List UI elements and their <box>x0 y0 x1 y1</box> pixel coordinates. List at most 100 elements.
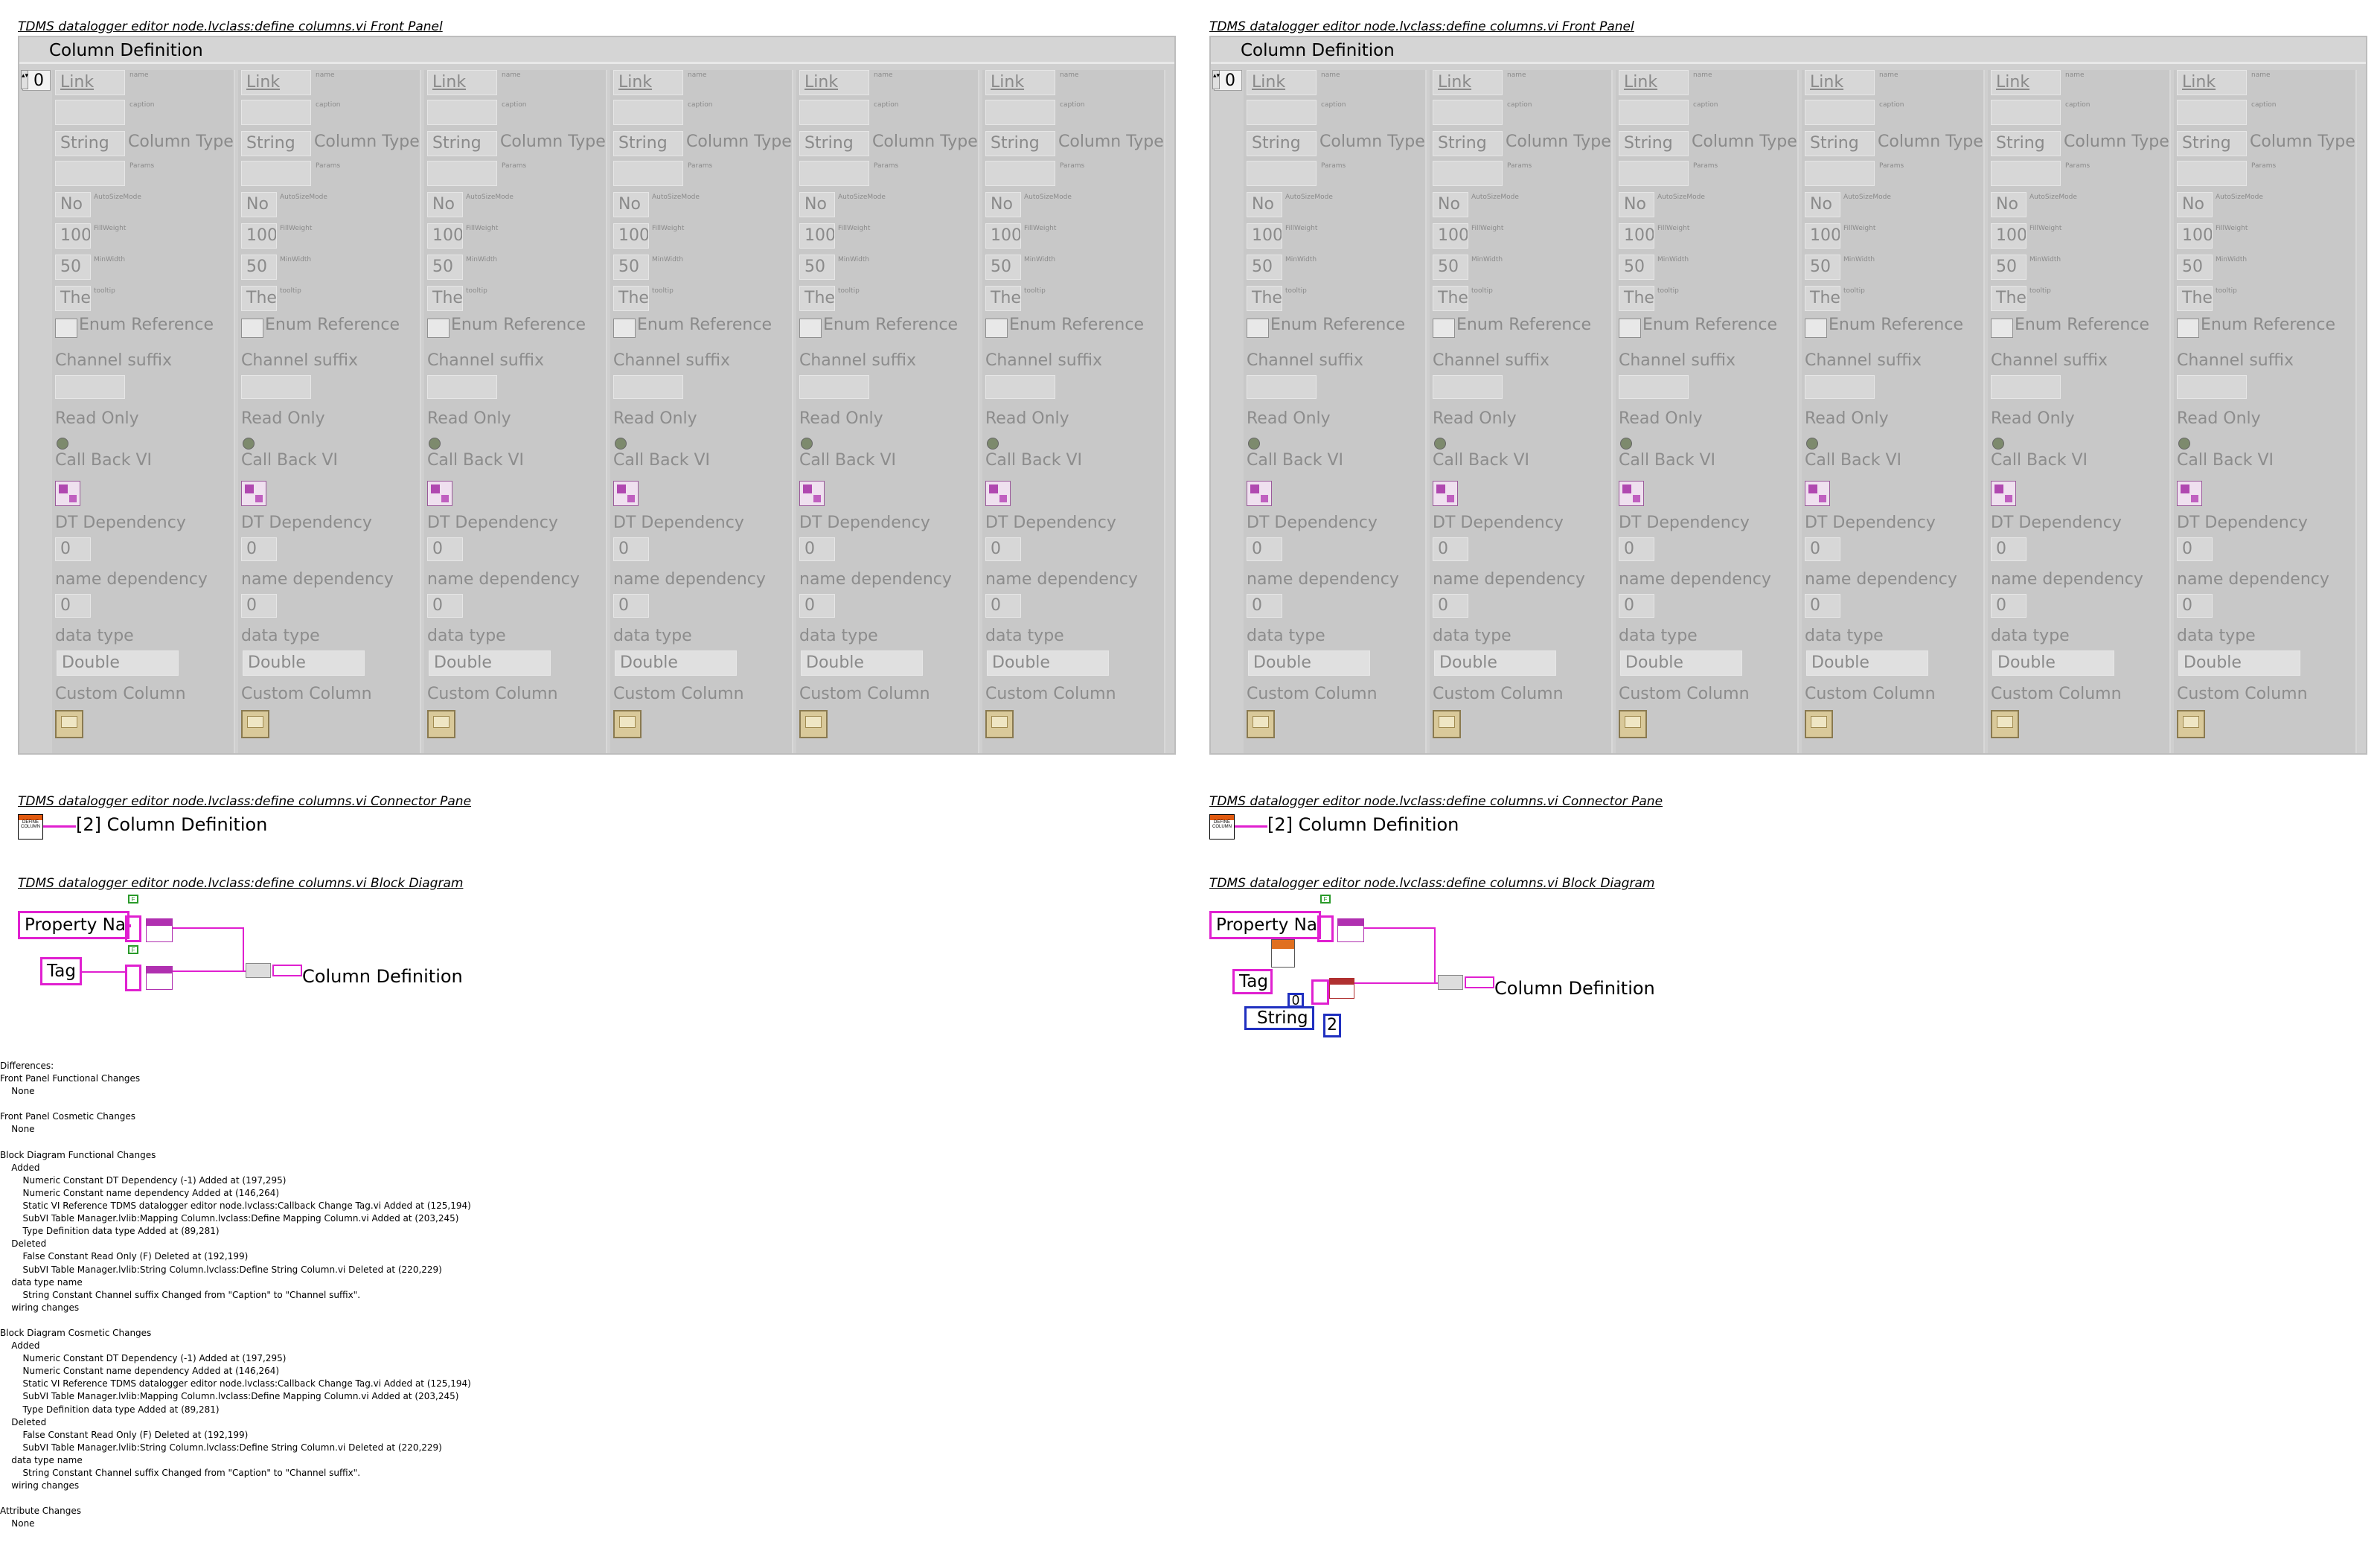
custom-column-icon[interactable] <box>1805 710 1833 738</box>
enum-reference-icon[interactable] <box>613 319 636 338</box>
dt-dependency-field[interactable]: 0 <box>1619 537 1654 561</box>
dt-dependency-field[interactable]: 0 <box>2177 537 2213 561</box>
autosize-field[interactable]: No <box>1247 192 1282 217</box>
name-dependency-field[interactable]: 0 <box>241 594 277 618</box>
data-type-ring[interactable]: Double <box>243 650 365 676</box>
name-field[interactable]: Link <box>1247 70 1317 95</box>
params-field[interactable] <box>2177 161 2247 186</box>
enum-reference-icon[interactable] <box>241 319 263 338</box>
channel-suffix-field[interactable] <box>799 375 869 399</box>
call-back-vi-icon[interactable] <box>427 481 452 506</box>
enum-reference-icon[interactable] <box>427 319 450 338</box>
build-array-node[interactable] <box>1438 975 1463 990</box>
call-back-vi-icon[interactable] <box>1805 481 1830 506</box>
data-type-ring[interactable]: Double <box>1806 650 1928 676</box>
data-type-ring[interactable]: Double <box>1620 650 1742 676</box>
custom-column-icon[interactable] <box>1619 710 1647 738</box>
dt-dependency-field[interactable]: 0 <box>985 537 1021 561</box>
define-mapping-column-subvi[interactable] <box>1329 978 1354 999</box>
minwidth-field[interactable]: 50 <box>1247 255 1282 280</box>
column-type-field[interactable]: String <box>1619 131 1689 156</box>
name-dependency-field[interactable]: 0 <box>55 594 91 618</box>
fillweight-field[interactable]: 100 <box>427 223 463 249</box>
tooltip-field[interactable]: The <box>1619 286 1654 311</box>
name-dependency-field[interactable]: 0 <box>1619 594 1654 618</box>
tooltip-field[interactable]: The <box>1805 286 1840 311</box>
tooltip-field[interactable]: The <box>1991 286 2026 311</box>
params-field[interactable] <box>55 161 125 186</box>
custom-column-icon[interactable] <box>799 710 828 738</box>
name-field[interactable]: Link <box>613 70 683 95</box>
tooltip-field[interactable]: The <box>613 286 649 311</box>
autosize-field[interactable]: No <box>1433 192 1468 217</box>
fillweight-field[interactable]: 100 <box>2177 223 2213 249</box>
custom-column-icon[interactable] <box>427 710 455 738</box>
dt-dependency-field[interactable]: 0 <box>55 537 91 561</box>
bundle-node[interactable] <box>125 965 141 991</box>
channel-suffix-field[interactable] <box>55 375 125 399</box>
enum-reference-icon[interactable] <box>1991 319 2013 338</box>
fillweight-field[interactable]: 100 <box>1991 223 2026 249</box>
dt-dependency-field[interactable]: 0 <box>1433 537 1468 561</box>
enum-reference-icon[interactable] <box>1619 319 1641 338</box>
read-only-led[interactable] <box>57 438 68 450</box>
params-field[interactable] <box>427 161 497 186</box>
fillweight-field[interactable]: 100 <box>1619 223 1654 249</box>
minwidth-field[interactable]: 50 <box>1619 255 1654 280</box>
false-constant[interactable]: F <box>128 895 138 904</box>
read-only-led[interactable] <box>987 438 999 450</box>
dt-dependency-field[interactable]: 0 <box>1247 537 1282 561</box>
params-field[interactable] <box>613 161 683 186</box>
fillweight-field[interactable]: 100 <box>613 223 649 249</box>
minwidth-field[interactable]: 50 <box>799 255 835 280</box>
enum-reference-icon[interactable] <box>1805 319 1827 338</box>
call-back-vi-icon[interactable] <box>1619 481 1644 506</box>
tooltip-field[interactable]: The <box>799 286 835 311</box>
autosize-field[interactable]: No <box>1619 192 1654 217</box>
channel-suffix-field[interactable] <box>427 375 497 399</box>
read-only-led[interactable] <box>801 438 813 450</box>
channel-suffix-field[interactable] <box>985 375 1055 399</box>
dt-dependency-field[interactable]: 0 <box>799 537 835 561</box>
column-type-field[interactable]: String <box>1991 131 2061 156</box>
column-definition-indicator[interactable] <box>1465 976 1494 988</box>
fillweight-field[interactable]: 100 <box>1433 223 1468 249</box>
define-string-column-subvi[interactable] <box>1337 918 1364 942</box>
enum-reference-icon[interactable] <box>2177 319 2199 338</box>
minwidth-field[interactable]: 50 <box>985 255 1021 280</box>
minwidth-field[interactable]: 50 <box>241 255 277 280</box>
minwidth-field[interactable]: 50 <box>2177 255 2213 280</box>
read-only-led[interactable] <box>1620 438 1632 450</box>
name-dependency-field[interactable]: 0 <box>1805 594 1840 618</box>
caption-field[interactable] <box>55 100 125 125</box>
build-array-node[interactable] <box>246 963 271 978</box>
params-field[interactable] <box>1805 161 1875 186</box>
dt-dependency-field[interactable]: 0 <box>427 537 463 561</box>
autosize-field[interactable]: No <box>1805 192 1840 217</box>
index-increment-arrows[interactable]: ▴▾ <box>21 70 28 89</box>
index-increment-arrows[interactable]: ▴▾ <box>1212 70 1220 89</box>
column-type-field[interactable]: String <box>985 131 1055 156</box>
caption-field[interactable] <box>1247 100 1317 125</box>
minwidth-field[interactable]: 50 <box>55 255 91 280</box>
bundle-node[interactable] <box>1317 915 1334 942</box>
call-back-vi-icon[interactable] <box>241 481 266 506</box>
fillweight-field[interactable]: 100 <box>985 223 1021 249</box>
autosize-field[interactable]: No <box>427 192 463 217</box>
minwidth-field[interactable]: 50 <box>427 255 463 280</box>
fillweight-field[interactable]: 100 <box>1247 223 1282 249</box>
custom-column-icon[interactable] <box>241 710 269 738</box>
name-field[interactable]: Link <box>427 70 497 95</box>
channel-suffix-field[interactable] <box>613 375 683 399</box>
tooltip-field[interactable]: The <box>1433 286 1468 311</box>
params-field[interactable] <box>1247 161 1317 186</box>
minwidth-field[interactable]: 50 <box>1433 255 1468 280</box>
column-type-field[interactable]: String <box>427 131 497 156</box>
read-only-led[interactable] <box>1806 438 1818 450</box>
custom-column-icon[interactable] <box>1433 710 1461 738</box>
column-type-field[interactable]: String <box>241 131 311 156</box>
column-type-field[interactable]: String <box>1247 131 1317 156</box>
bundle-node[interactable] <box>1311 979 1329 1005</box>
property-name-constant[interactable]: Property Nam <box>1209 911 1321 939</box>
data-type-ring[interactable]: Double <box>987 650 1109 676</box>
